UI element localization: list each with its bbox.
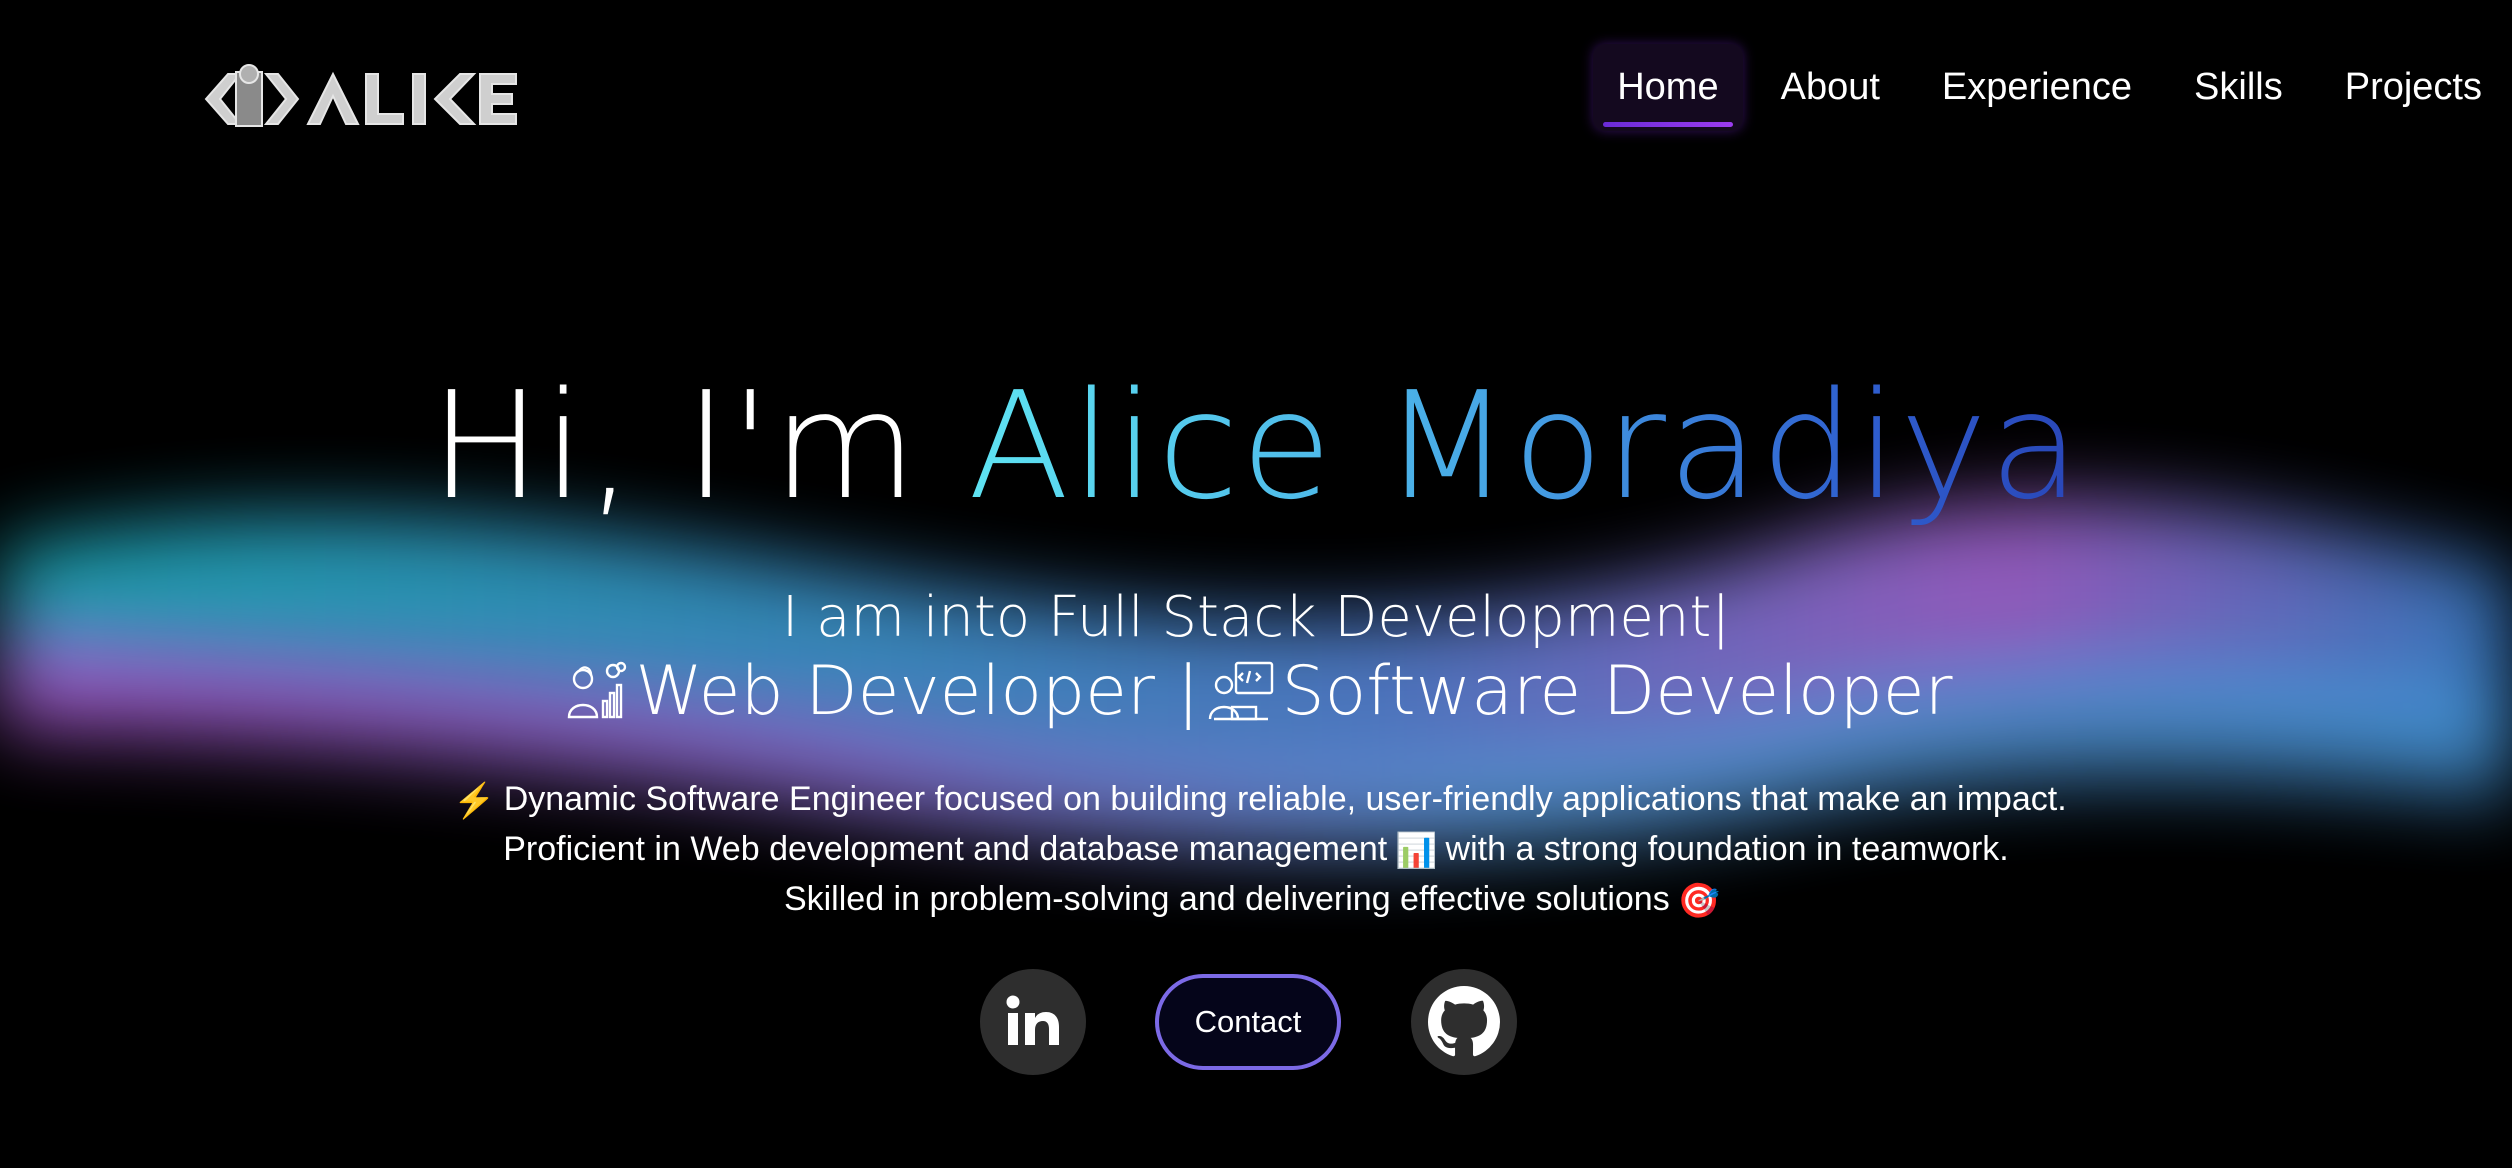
hero-name: Alice Moradiya (967, 360, 2083, 532)
alice-logo-graphic (204, 64, 517, 127)
target-icon: 🎯 (1677, 882, 1721, 921)
nav-skills[interactable]: Skills (2170, 44, 2307, 131)
nav-about[interactable]: About (1757, 44, 1904, 131)
lightning-icon: ⚡ (453, 782, 496, 821)
linkedin-button[interactable] (980, 969, 1086, 1075)
hero-description: ⚡ Dynamic Software Engineer focused on bu… (0, 775, 2512, 925)
page: Home About Experience Skills Projects Hi… (0, 0, 2512, 1168)
web-developer-icon (568, 661, 627, 718)
typed-line: I am into Full Stack Development| (781, 585, 1731, 650)
description-line-3: Skilled in problem-solving and deliverin… (0, 875, 2512, 925)
chart-icon: 📊 (1395, 832, 1438, 871)
software-developer-icon (1208, 661, 1273, 720)
nav-home[interactable]: Home (1593, 44, 1743, 131)
description-line-1: ⚡ Dynamic Software Engineer focused on bu… (0, 775, 2512, 825)
roles-line: Web Developer | Software Developer (0, 652, 2512, 731)
nav-projects[interactable]: Projects (2321, 44, 2506, 131)
main-nav: Home About Experience Skills Projects (1593, 44, 2512, 131)
site-logo[interactable] (188, 54, 528, 144)
github-icon (1428, 986, 1500, 1057)
description-text-3: with a strong foundation in teamwork. (1445, 830, 2009, 869)
hero-greeting: Hi, I'm (429, 360, 968, 532)
description-text-4: Skilled in problem-solving and deliverin… (783, 880, 1670, 919)
nav-experience[interactable]: Experience (1918, 44, 2156, 131)
description-text-2: Proficient in Web development and databa… (503, 830, 1388, 869)
description-text-1: Dynamic Software Engineer focused on bui… (503, 780, 2067, 818)
contact-button[interactable]: Contact (1155, 974, 1341, 1070)
role-web-developer: Web Developer | (635, 652, 1200, 731)
role-software-developer: Software Developer (1281, 652, 1953, 731)
description-line-2: Proficient in Web development and databa… (0, 825, 2512, 875)
linkedin-icon (1006, 995, 1059, 1045)
hero-title: Hi, I'm Alice Moradiya (0, 360, 2512, 532)
github-button[interactable] (1411, 969, 1517, 1075)
